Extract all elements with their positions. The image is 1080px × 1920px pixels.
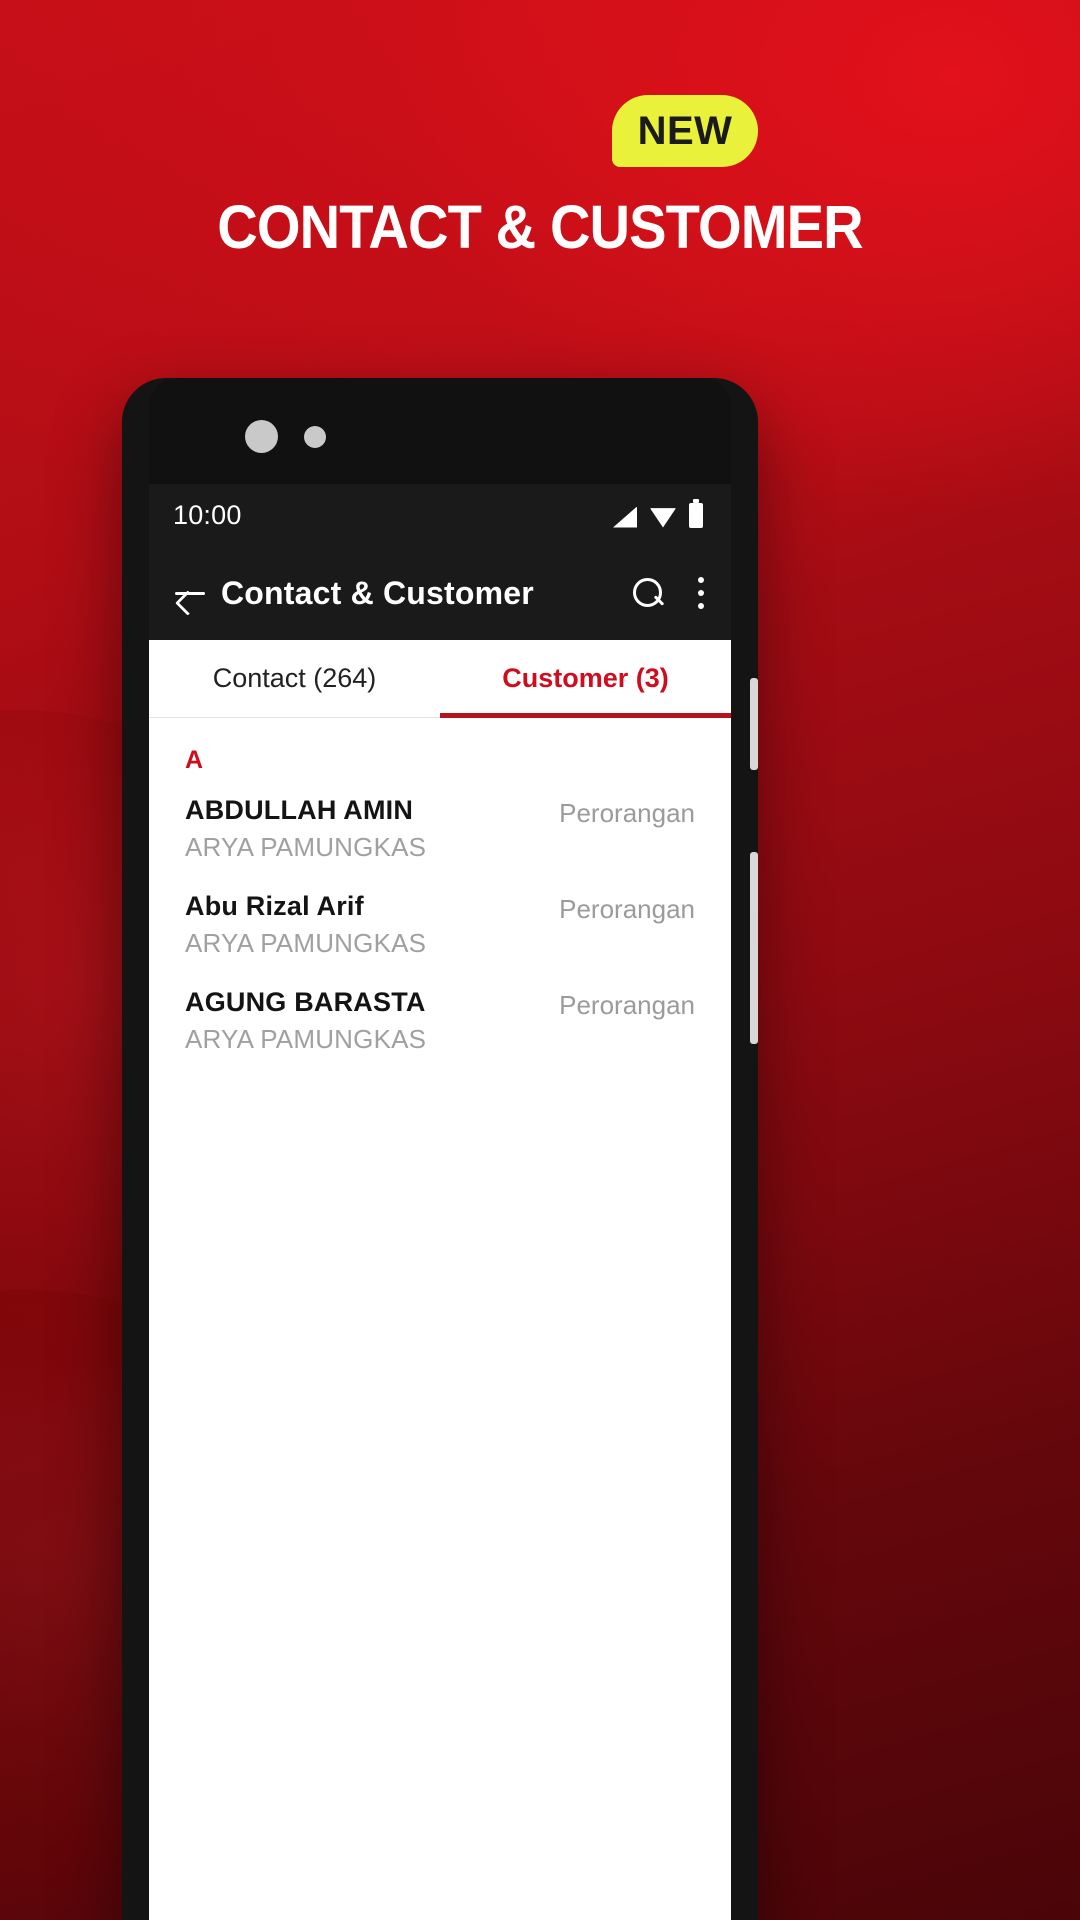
back-arrow-icon[interactable] [173,576,207,610]
list-item-text: AGUNG BARASTA ARYA PAMUNGKAS [185,987,426,1055]
promo-screenshot: NEW CONTACT & CUSTOMER 10:00 Contact & C… [0,0,1080,1920]
phone-side-button-power [750,852,758,1044]
list-item[interactable]: ABDULLAH AMIN ARYA PAMUNGKAS Perorangan [149,783,731,879]
content-sheet: Contact (264) Customer (3) A ABDULLAH AM… [149,640,731,1920]
list-item-text: ABDULLAH AMIN ARYA PAMUNGKAS [185,795,426,863]
tab-customer-label: Customer (3) [502,663,669,693]
tab-contact[interactable]: Contact (264) [149,640,440,717]
app-bar: Contact & Customer [149,546,731,640]
list-item[interactable]: AGUNG BARASTA ARYA PAMUNGKAS Perorangan [149,975,731,1071]
battery-icon [689,498,703,528]
list-item-name: ABDULLAH AMIN [185,795,414,825]
list-item[interactable]: Abu Rizal Arif ARYA PAMUNGKAS Perorangan [149,879,731,975]
list-item-subtitle: ARYA PAMUNGKAS [185,1024,427,1054]
tab-customer[interactable]: Customer (3) [440,640,731,718]
section-header-letter: A [185,746,204,774]
list-item-tag: Perorangan [559,798,695,828]
status-time: 10:00 [173,499,242,530]
list-item-name: AGUNG BARASTA [185,987,426,1017]
wifi-icon [650,508,676,528]
new-badge-label: NEW [637,109,733,153]
signal-icon [613,506,637,528]
app-bar-actions [633,577,705,609]
tab-contact-label: Contact (264) [212,663,377,693]
list-item-subtitle: ARYA PAMUNGKAS [185,832,427,862]
status-bar: 10:00 [149,484,731,546]
more-vertical-icon[interactable] [697,577,705,609]
tab-bar: Contact (264) Customer (3) [149,640,731,718]
list-item-name: Abu Rizal Arif [185,891,364,921]
phone-side-button-volume [750,678,758,770]
camera-cutouts [245,420,326,453]
phone-mockup: 10:00 Contact & Customer Contact (264) C… [122,378,758,1920]
app-bar-title: Contact & Customer [221,574,534,611]
promo-headline: CONTACT & CUSTOMER [217,193,863,261]
new-badge: NEW [612,95,758,167]
camera-lens-icon [245,420,278,453]
list-item-tag: Perorangan [559,990,695,1020]
list-item-subtitle: ARYA PAMUNGKAS [185,928,427,958]
list-item-tag: Perorangan [559,894,695,924]
camera-sensor-icon [304,425,326,448]
search-icon[interactable] [633,578,663,608]
list-item-text: Abu Rizal Arif ARYA PAMUNGKAS [185,891,426,959]
phone-screen: 10:00 Contact & Customer Contact (264) C… [149,378,731,1920]
status-icons [613,498,703,528]
